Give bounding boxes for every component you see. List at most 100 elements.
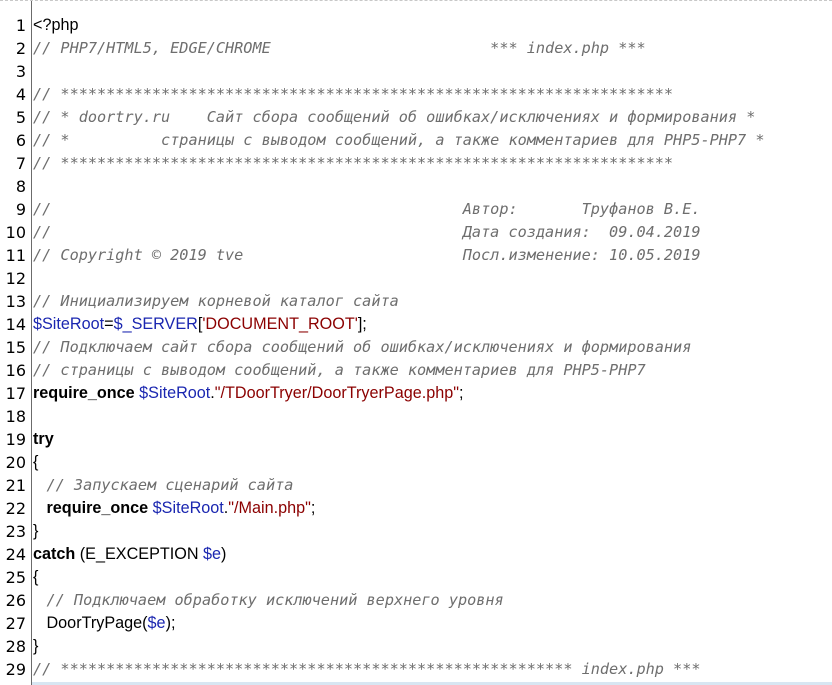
comment-token: // * doortry.ru Сайт сбора сообщений об … — [33, 108, 756, 126]
plain-token: = — [104, 315, 114, 333]
code-line[interactable]: 2 // PHP7/HTML5, EDGE/CHROME *** index.ph… — [0, 37, 832, 60]
code-line[interactable]: 10 // Дата создания: 09.04.2019 — [0, 221, 832, 244]
line-number: 29 — [5, 660, 26, 679]
code-line[interactable]: 24 catch (E_EXCEPTION $e) — [0, 543, 832, 566]
code-line[interactable]: 3 — [0, 60, 832, 83]
code-text: } — [33, 635, 832, 658]
variable-token: $e — [147, 614, 166, 632]
comment-token: // *************************************… — [33, 85, 674, 103]
code-text: $SiteRoot=$_SERVER['DOCUMENT_ROOT']; — [33, 313, 832, 336]
comment-token: // страницы с выводом сообщений, а также… — [33, 361, 646, 379]
line-number: 13 — [5, 292, 26, 311]
line-number: 19 — [5, 430, 26, 449]
comment-token: // Автор: Труфанов В.Е. — [33, 200, 701, 218]
code-line[interactable]: 25 { — [0, 566, 832, 589]
code-text: require_once $SiteRoot."/Main.php"; — [33, 497, 832, 520]
line-number: 2 — [15, 39, 26, 58]
code-line[interactable]: 18 — [0, 405, 832, 428]
code-text: } — [33, 520, 832, 543]
plain-token: } — [33, 637, 39, 655]
plain-token: (E_EXCEPTION — [75, 545, 204, 563]
code-line[interactable]: 23} — [0, 520, 832, 543]
variable-token: $_SERVER — [113, 315, 198, 333]
plain-token: { — [33, 568, 39, 586]
code-text: // Copyright © 2019 tve Посл.изменение: … — [33, 244, 832, 267]
code-line[interactable]: 14 $SiteRoot=$_SERVER['DOCUMENT_ROOT']; — [0, 313, 832, 336]
code-line[interactable]: 22 require_once $SiteRoot."/Main.php"; — [0, 497, 832, 520]
code-line[interactable]: 8 — [0, 175, 832, 198]
code-text: // страницы с выводом сообщений, а также… — [33, 359, 832, 382]
code-text: // Подключаем обработку исключений верхн… — [33, 589, 832, 612]
code-line[interactable]: 29 // ***********************************… — [0, 658, 832, 681]
string-token: "/Main.php" — [228, 499, 311, 517]
code-line[interactable]: 6 // * страницы с выводом сообщений, а та… — [0, 129, 832, 152]
code-line[interactable]: 27 DoorTryPage($e); — [0, 612, 832, 635]
code-line[interactable]: 16 // страницы с выводом сообщений, а так… — [0, 359, 832, 382]
code-text: require_once $SiteRoot."/TDoorTryer/Door… — [33, 382, 832, 405]
code-line[interactable]: 12 — [0, 267, 832, 290]
line-number: 12 — [5, 269, 26, 288]
line-number: 11 — [5, 246, 26, 265]
line-number: 26 — [5, 591, 26, 610]
comment-token: // Подключаем обработку исключений верхн… — [46, 591, 504, 609]
code-text: catch (E_EXCEPTION $e) — [33, 543, 832, 566]
line-number: 9 — [15, 200, 26, 219]
code-text: // *************************************… — [33, 83, 832, 106]
comment-token: // PHP7/HTML5, EDGE/CHROME *** index.php… — [33, 39, 646, 57]
code-text: // * doortry.ru Сайт сбора сообщений об … — [33, 106, 832, 129]
keyword-token: catch — [33, 545, 76, 563]
code-text: // Автор: Труфанов В.Е. — [33, 198, 832, 221]
line-number: 28 — [5, 637, 26, 656]
line-number: 5 — [15, 108, 26, 127]
line-number: 18 — [5, 407, 26, 426]
plain-token: { — [33, 453, 39, 471]
code-line[interactable]: 5 // * doortry.ru Сайт сбора сообщений об… — [0, 106, 832, 129]
code-line[interactable]: 26 // Подключаем обработку исключений ве… — [0, 589, 832, 612]
code-line[interactable]: 11 // Copyright © 2019 tve Посл.изменение… — [0, 244, 832, 267]
code-line[interactable]: 4 // ************************************… — [0, 83, 832, 106]
code-line[interactable]: 17 require_once $SiteRoot."/TDoorTryer/Do… — [0, 382, 832, 405]
line-number: 21 — [5, 476, 26, 495]
code-text: // *************************************… — [33, 658, 832, 681]
comment-token: // Дата создания: 09.04.2019 — [33, 223, 701, 241]
line-number: 16 — [5, 361, 26, 380]
code-line[interactable]: 28} — [0, 635, 832, 658]
code-text: DoorTryPage($e); — [33, 612, 832, 635]
line-number: 1 — [15, 16, 26, 35]
code-line[interactable]: 19 try — [0, 428, 832, 451]
code-line[interactable]: 9 // Автор: Труфанов В.Е. — [0, 198, 832, 221]
line-number: 10 — [5, 223, 26, 242]
line-number: 17 — [5, 384, 26, 403]
plain-token: ); — [165, 614, 176, 632]
code-line[interactable]: 7 // ************************************… — [0, 152, 832, 175]
plain-token: ]; — [357, 315, 367, 333]
plain-token: <?php — [33, 16, 79, 34]
variable-token: $SiteRoot — [33, 315, 105, 333]
code-area[interactable]: 1 <?php 2 // PHP7/HTML5, EDGE/CHROME *** in… — [0, 14, 832, 685]
variable-token: $SiteRoot — [152, 499, 224, 517]
code-line[interactable]: 20 { — [0, 451, 832, 474]
line-number: 4 — [15, 85, 26, 104]
code-text: // *************************************… — [33, 152, 832, 175]
comment-token: // Запускаем сценарий сайта — [46, 476, 294, 494]
line-number: 24 — [5, 545, 26, 564]
plain-token: DoorTryPage( — [33, 614, 148, 632]
line-number: 27 — [5, 614, 26, 633]
line-number: 7 — [15, 154, 26, 173]
comment-token: // Подключаем сайт сбора сообщений об ош… — [33, 338, 692, 356]
code-line[interactable]: 15 // Подключаем сайт сбора сообщений об … — [0, 336, 832, 359]
code-editor[interactable]: 1 <?php 2 // PHP7/HTML5, EDGE/CHROME *** in… — [0, 0, 832, 685]
keyword-token: require_once — [33, 384, 135, 402]
plain-token: ) — [221, 545, 227, 563]
comment-token: // Инициализируем корневой каталог сайта — [33, 292, 399, 310]
code-line[interactable]: 13 // Инициализируем корневой каталог сай… — [0, 290, 832, 313]
code-line[interactable]: 21 // Запускаем сценарий сайта — [0, 474, 832, 497]
code-text: // Инициализируем корневой каталог сайта — [33, 290, 832, 313]
line-number: 3 — [15, 62, 26, 81]
code-text: // PHP7/HTML5, EDGE/CHROME *** index.php… — [33, 37, 832, 60]
keyword-token: require_once — [46, 499, 149, 517]
code-line[interactable]: 1 <?php — [0, 14, 832, 37]
